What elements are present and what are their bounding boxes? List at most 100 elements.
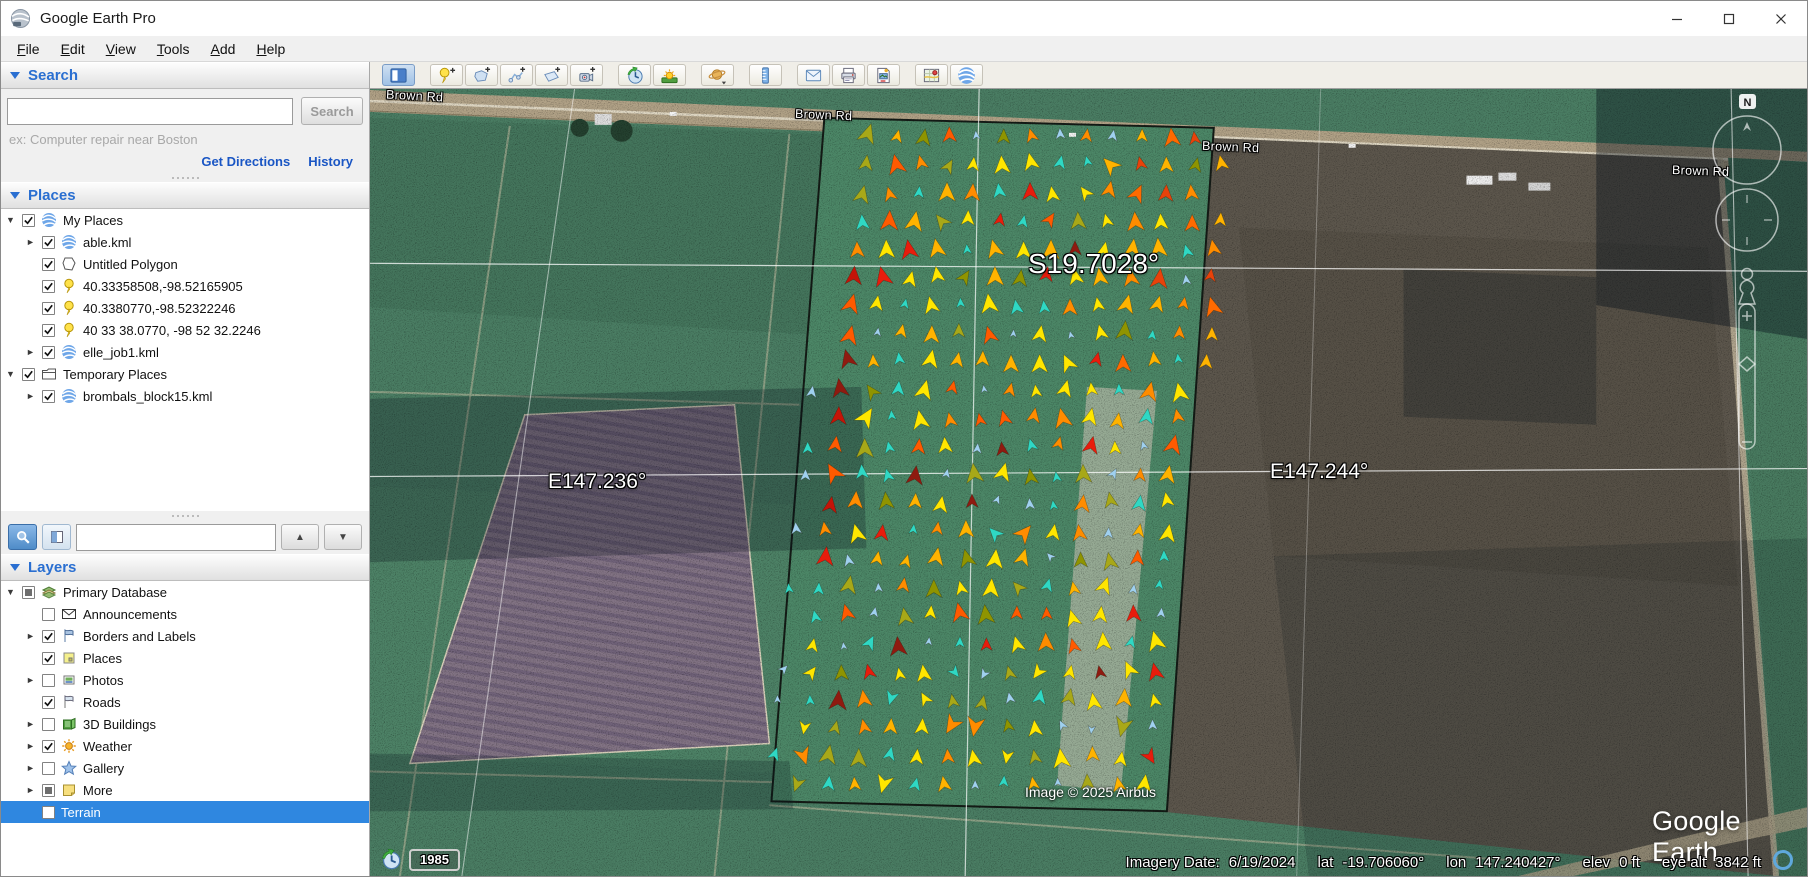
search-button[interactable]: Search [301, 97, 363, 125]
checkbox-on[interactable] [42, 652, 55, 665]
menu-file[interactable]: File [7, 39, 50, 59]
record-tour-button[interactable] [570, 64, 603, 86]
menu-help[interactable]: Help [246, 39, 295, 59]
checkbox-on[interactable] [22, 214, 35, 227]
menu-tools[interactable]: Tools [147, 39, 200, 59]
places-panel-header[interactable]: Places [1, 182, 369, 209]
checkbox-off[interactable] [42, 674, 55, 687]
places-item-40-3380770-98-52322246[interactable]: 40.3380770,-98.52322246 [1, 297, 369, 319]
panel-resize-handle[interactable] [1, 511, 369, 520]
add-polygon-button[interactable] [465, 64, 498, 86]
checkbox-on[interactable] [42, 390, 55, 403]
historical-clock-icon[interactable] [379, 848, 402, 871]
sunlight-button[interactable] [653, 64, 686, 86]
expander-closed-icon[interactable]: ► [25, 237, 36, 247]
layers-item-gallery[interactable]: ►Gallery [1, 757, 369, 779]
places-item-brombals-block15-kml[interactable]: ►brombals_block15.kml [1, 385, 369, 407]
print-button[interactable] [832, 64, 865, 86]
collapse-triangle-icon[interactable] [10, 564, 20, 571]
layers-item-weather[interactable]: ►Weather [1, 735, 369, 757]
history-link[interactable]: History [308, 154, 353, 169]
search-input[interactable] [7, 98, 293, 125]
places-item-temporary-places[interactable]: ▼Temporary Places [1, 363, 369, 385]
view-in-google-maps-button[interactable] [915, 64, 948, 86]
add-placemark-button[interactable] [430, 64, 463, 86]
layers-item-places[interactable]: Places [1, 647, 369, 669]
add-path-button[interactable] [500, 64, 533, 86]
minimize-button[interactable] [1651, 1, 1703, 36]
expander-closed-icon[interactable]: ► [25, 347, 36, 357]
buildings-icon [61, 716, 77, 732]
panel-resize-handle[interactable] [1, 173, 369, 182]
layers-panel-header[interactable]: Layers [1, 554, 369, 581]
email-button[interactable] [797, 64, 830, 86]
ruler-button[interactable] [749, 64, 782, 86]
expander-open-icon[interactable]: ▼ [5, 587, 16, 597]
layers-item-borders-and-labels[interactable]: ►Borders and Labels [1, 625, 369, 647]
places-filter-input[interactable] [76, 524, 276, 551]
globe-button[interactable] [950, 64, 983, 86]
expander-closed-icon[interactable]: ► [25, 391, 36, 401]
checkbox-off[interactable] [42, 608, 55, 621]
time-badge[interactable]: 1985 [409, 849, 460, 871]
layers-item-photos[interactable]: ►Photos [1, 669, 369, 691]
save-image-button[interactable] [867, 64, 900, 86]
checkbox-on[interactable] [42, 324, 55, 337]
checkbox-on[interactable] [42, 280, 55, 293]
layers-item-terrain[interactable]: Terrain [1, 801, 369, 823]
checkbox-on[interactable] [42, 696, 55, 709]
expander-closed-icon[interactable]: ► [25, 763, 36, 773]
ruler-icon [756, 66, 775, 85]
layers-item-primary-database[interactable]: ▼Primary Database [1, 581, 369, 603]
maximize-button[interactable] [1703, 1, 1755, 36]
places-item-my-places[interactable]: ▼My Places [1, 209, 369, 231]
menu-view[interactable]: View [96, 39, 146, 59]
add-image-overlay-button[interactable] [535, 64, 568, 86]
expander-closed-icon[interactable]: ► [25, 719, 36, 729]
close-button[interactable] [1755, 1, 1807, 36]
search-places-button[interactable] [8, 524, 37, 550]
menu-add[interactable]: Add [201, 39, 246, 59]
expander-open-icon[interactable]: ▼ [5, 215, 16, 225]
previous-result-button[interactable]: ▲ [281, 524, 319, 550]
expander-closed-icon[interactable]: ► [25, 631, 36, 641]
time-slider-control[interactable]: 1985 [379, 848, 460, 871]
places-item-40-33-38-0770-98-52-32-2246[interactable]: 40 33 38.0770, -98 52 32.2246 [1, 319, 369, 341]
planets-button[interactable] [701, 64, 734, 86]
checkbox-off[interactable] [42, 718, 55, 731]
historical-imagery-button[interactable] [618, 64, 651, 86]
layers-item-more[interactable]: ►More [1, 779, 369, 801]
checkbox-on[interactable] [42, 258, 55, 271]
checkbox-off[interactable] [42, 762, 55, 775]
expander-closed-icon[interactable]: ► [25, 785, 36, 795]
checkbox-on[interactable] [42, 346, 55, 359]
search-panel-header[interactable]: Search [1, 62, 369, 89]
map-viewport[interactable]: Brown Rd Brown Rd Brown Rd Brown Rd S19.… [370, 88, 1807, 876]
checkbox-on[interactable] [42, 236, 55, 249]
expander-closed-icon[interactable]: ► [25, 675, 36, 685]
collapse-triangle-icon[interactable] [10, 192, 20, 199]
checkbox-on[interactable] [42, 740, 55, 753]
checkbox-partial[interactable] [42, 784, 55, 797]
menu-edit[interactable]: Edit [51, 39, 95, 59]
layers-item-announcements[interactable]: Announcements [1, 603, 369, 625]
get-directions-link[interactable]: Get Directions [201, 154, 290, 169]
places-item-able-kml[interactable]: ►able.kml [1, 231, 369, 253]
places-item-elle-job1-kml[interactable]: ►elle_job1.kml [1, 341, 369, 363]
expander-closed-icon[interactable]: ► [25, 741, 36, 751]
checkbox-on[interactable] [22, 368, 35, 381]
navigation-controls[interactable]: N [1695, 92, 1799, 562]
highlight-toggle-button[interactable] [42, 524, 71, 550]
checkbox-partial[interactable] [22, 586, 35, 599]
expander-open-icon[interactable]: ▼ [5, 369, 16, 379]
layers-item-3d-buildings[interactable]: ►3D Buildings [1, 713, 369, 735]
collapse-triangle-icon[interactable] [10, 72, 20, 79]
places-item-untitled-polygon[interactable]: Untitled Polygon [1, 253, 369, 275]
checkbox-on[interactable] [42, 630, 55, 643]
checkbox-on[interactable] [42, 302, 55, 315]
checkbox-off[interactable] [42, 806, 55, 819]
places-item-40-33358508-98-52165905[interactable]: 40.33358508,-98.52165905 [1, 275, 369, 297]
next-result-button[interactable]: ▼ [324, 524, 362, 550]
layers-item-roads[interactable]: Roads [1, 691, 369, 713]
toggle-sidebar-button[interactable] [382, 64, 415, 86]
